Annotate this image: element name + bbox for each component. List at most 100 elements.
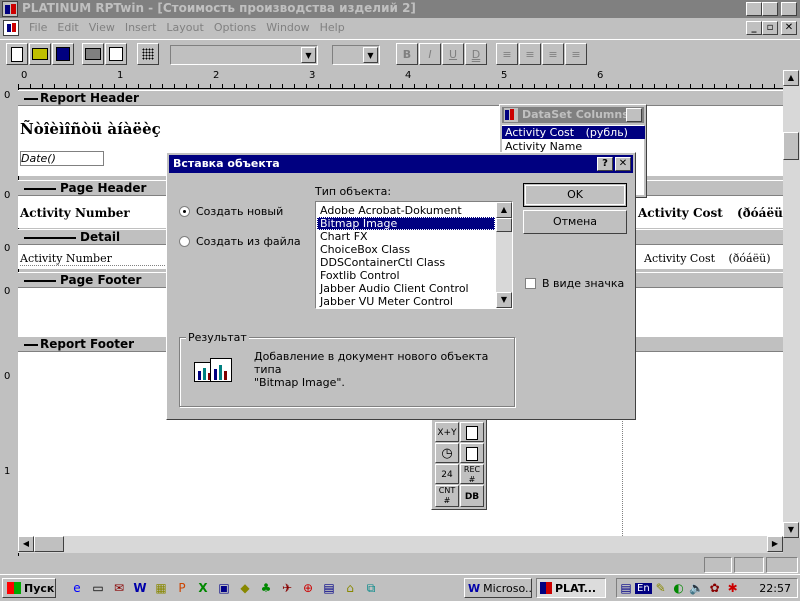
menu-window[interactable]: Window bbox=[261, 21, 314, 34]
toolbox-formula-button[interactable]: X+Y bbox=[435, 422, 459, 442]
size-select[interactable]: ▼ bbox=[332, 45, 380, 65]
object-type-item[interactable]: Foxtlib Control bbox=[317, 269, 495, 282]
menu-options[interactable]: Options bbox=[209, 21, 261, 34]
object-type-scroll-up[interactable]: ▲ bbox=[496, 202, 512, 218]
task-microsoft[interactable]: W Microso... bbox=[464, 578, 532, 598]
outlook-icon[interactable]: ✉ bbox=[110, 579, 128, 597]
radio-create-new-indicator[interactable] bbox=[179, 206, 190, 217]
doc-close-button[interactable]: ✕ bbox=[781, 21, 797, 35]
app-icon[interactable] bbox=[2, 1, 18, 17]
app-icon-11[interactable]: ✈ bbox=[278, 579, 296, 597]
explorer-icon[interactable]: ▦ bbox=[152, 579, 170, 597]
scroll-thumb[interactable] bbox=[783, 132, 799, 160]
tray-icon-4[interactable]: ◐ bbox=[670, 579, 688, 597]
app-icon-15[interactable]: ⧉ bbox=[362, 579, 380, 597]
target-icon[interactable]: ⊕ bbox=[299, 579, 317, 597]
object-type-item[interactable]: Jabber VU Meter Control bbox=[317, 295, 495, 308]
toolbox-record-button[interactable]: REC # bbox=[460, 464, 484, 484]
app-titlebar[interactable]: PLATINUM RPTwin - [Стоимость производств… bbox=[0, 0, 800, 18]
toolbox-count-button[interactable]: CNT # bbox=[435, 485, 459, 507]
dialog-close-button[interactable]: ✕ bbox=[615, 157, 631, 171]
word-icon[interactable]: W bbox=[131, 579, 149, 597]
app-icon-9[interactable]: ◆ bbox=[236, 579, 254, 597]
scroll-up-button[interactable]: ▲ bbox=[783, 70, 799, 86]
scroll-right-button[interactable]: ▶ bbox=[767, 536, 783, 552]
justify-button[interactable]: ≡ bbox=[565, 43, 587, 65]
report-title-field[interactable]: Ñòîèìîñòü àíàëèç bbox=[20, 120, 161, 138]
desktop-icon[interactable]: ▭ bbox=[89, 579, 107, 597]
doc-restore-button[interactable]: ▫ bbox=[762, 21, 778, 35]
preview-button[interactable] bbox=[105, 43, 127, 65]
toolbox-database-button[interactable]: DB bbox=[460, 485, 484, 507]
align-center-button[interactable]: ≡ bbox=[519, 43, 541, 65]
object-type-item[interactable]: Adobe Acrobat-Dokument bbox=[317, 204, 495, 217]
app-minimize-button[interactable]: _ bbox=[746, 2, 762, 16]
page-header-activity-number[interactable]: Activity Number bbox=[20, 206, 130, 220]
object-type-item-selected[interactable]: Bitmap Image bbox=[317, 217, 495, 230]
tray-icon-1[interactable]: ▤ bbox=[617, 579, 635, 597]
app-restore-button[interactable]: ▫ bbox=[762, 2, 778, 16]
toolbox-page-number-button[interactable] bbox=[460, 443, 484, 463]
volume-icon[interactable]: 🔈 bbox=[688, 579, 706, 597]
horizontal-scrollbar[interactable]: ◀ ▶ bbox=[18, 536, 783, 553]
align-right-button[interactable]: ≡ bbox=[542, 43, 564, 65]
tray-icon-3[interactable]: ✎ bbox=[652, 579, 670, 597]
menu-edit[interactable]: Edit bbox=[52, 21, 83, 34]
dialog-titlebar[interactable]: Вставка объекта ? ✕ bbox=[169, 155, 633, 173]
detail-activity-cost[interactable]: Activity Cost (ðóáëü) bbox=[644, 252, 771, 265]
powerpoint-icon[interactable]: P bbox=[173, 579, 191, 597]
date-field[interactable]: Date() bbox=[20, 151, 104, 166]
toolbox-clock-button[interactable]: ◷ bbox=[435, 443, 459, 463]
font-select[interactable]: ▼ bbox=[170, 45, 318, 65]
dataset-close-button[interactable]: ✕ bbox=[626, 108, 642, 122]
cancel-button[interactable]: Отмена bbox=[523, 210, 627, 234]
italic-button[interactable]: I bbox=[419, 43, 441, 65]
doc-minimize-button[interactable]: _ bbox=[746, 21, 762, 35]
excel-icon[interactable]: X bbox=[194, 579, 212, 597]
object-type-listbox[interactable]: Adobe Acrobat-Dokument Bitmap Image Char… bbox=[315, 201, 513, 309]
tray-icon-7[interactable]: ✱ bbox=[724, 579, 742, 597]
size-dropdown-arrow[interactable]: ▼ bbox=[363, 47, 378, 63]
object-type-scrollbar[interactable]: ▲ ▼ bbox=[496, 202, 512, 308]
toolbox-calendar-button[interactable]: 24 bbox=[435, 464, 459, 484]
menu-layout[interactable]: Layout bbox=[161, 21, 208, 34]
radio-create-from-file[interactable]: Создать из файла bbox=[179, 235, 301, 248]
band-report-header[interactable]: Report Header bbox=[18, 90, 800, 106]
object-type-scroll-down[interactable]: ▼ bbox=[496, 292, 512, 308]
app-icon-13[interactable]: ▤ bbox=[320, 579, 338, 597]
object-type-item[interactable]: ChoiceBox Class bbox=[317, 243, 495, 256]
app-close-button[interactable]: ✕ bbox=[781, 2, 797, 16]
toolbox-pagebreak-button[interactable] bbox=[460, 422, 484, 442]
underline-button[interactable]: U bbox=[442, 43, 464, 65]
doc-icon[interactable] bbox=[3, 20, 19, 36]
tray-icon-6[interactable]: ✿ bbox=[706, 579, 724, 597]
object-type-item[interactable]: Jabber Audio Client Control bbox=[317, 282, 495, 295]
menu-view[interactable]: View bbox=[84, 21, 120, 34]
hscroll-thumb[interactable] bbox=[34, 536, 64, 552]
task-platinum[interactable]: PLAT... bbox=[536, 578, 606, 598]
open-button[interactable] bbox=[29, 43, 51, 65]
menu-help[interactable]: Help bbox=[315, 21, 350, 34]
app-icon-10[interactable]: ♣ bbox=[257, 579, 275, 597]
save-button[interactable] bbox=[52, 43, 74, 65]
object-type-scroll-thumb[interactable] bbox=[496, 218, 512, 232]
object-type-item[interactable]: DDSContainerCtl Class bbox=[317, 256, 495, 269]
font-dropdown-arrow[interactable]: ▼ bbox=[301, 47, 316, 63]
dataset-titlebar[interactable]: DataSet Columns ✕ bbox=[502, 107, 644, 123]
vertical-scrollbar[interactable]: ▲ ▼ bbox=[783, 70, 800, 538]
object-type-item[interactable]: Chart FX bbox=[317, 230, 495, 243]
page-header-activity-cost[interactable]: Activity Cost (ðóáëü) bbox=[638, 206, 788, 220]
double-underline-button[interactable]: D bbox=[465, 43, 487, 65]
detail-activity-number[interactable]: Activity Number bbox=[20, 252, 165, 266]
bold-button[interactable]: B bbox=[396, 43, 418, 65]
display-as-icon-checkbox[interactable]: В виде значка bbox=[525, 277, 624, 290]
start-button[interactable]: Пуск bbox=[2, 578, 56, 598]
display-as-icon-box[interactable] bbox=[525, 278, 536, 289]
app-icon-14[interactable]: ⌂ bbox=[341, 579, 359, 597]
ie-icon[interactable]: e bbox=[68, 579, 86, 597]
dialog-help-button[interactable]: ? bbox=[597, 157, 613, 171]
ok-button[interactable]: OK bbox=[523, 183, 627, 207]
radio-create-new[interactable]: Создать новый bbox=[179, 205, 283, 218]
new-button[interactable] bbox=[6, 43, 28, 65]
scroll-left-button[interactable]: ◀ bbox=[18, 536, 34, 552]
